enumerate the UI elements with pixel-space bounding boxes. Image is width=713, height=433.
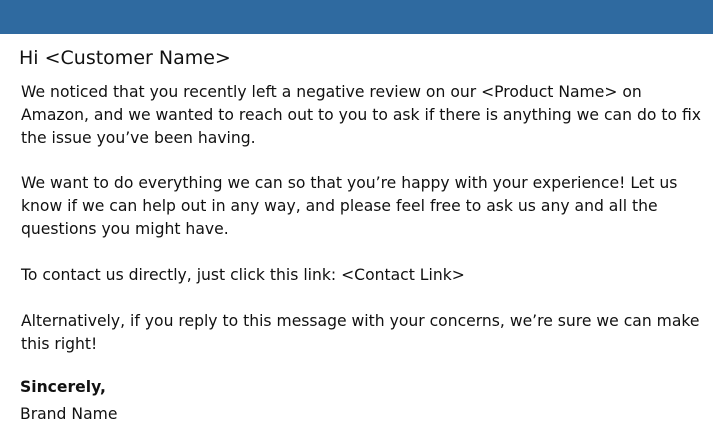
paragraph-contact-link: To contact us directly, just click this … (21, 266, 465, 284)
paragraph-reply-alternative: Alternatively, if you reply to this mess… (21, 312, 700, 353)
paragraph-happy-experience: We want to do everything we can so that … (21, 174, 678, 238)
header-bar (0, 0, 713, 34)
paragraph-negative-review: We noticed that you recently left a nega… (21, 83, 701, 147)
signature: Brand Name (20, 405, 118, 423)
greeting: Hi <Customer Name> (19, 47, 231, 69)
signoff: Sincerely, (20, 378, 106, 396)
